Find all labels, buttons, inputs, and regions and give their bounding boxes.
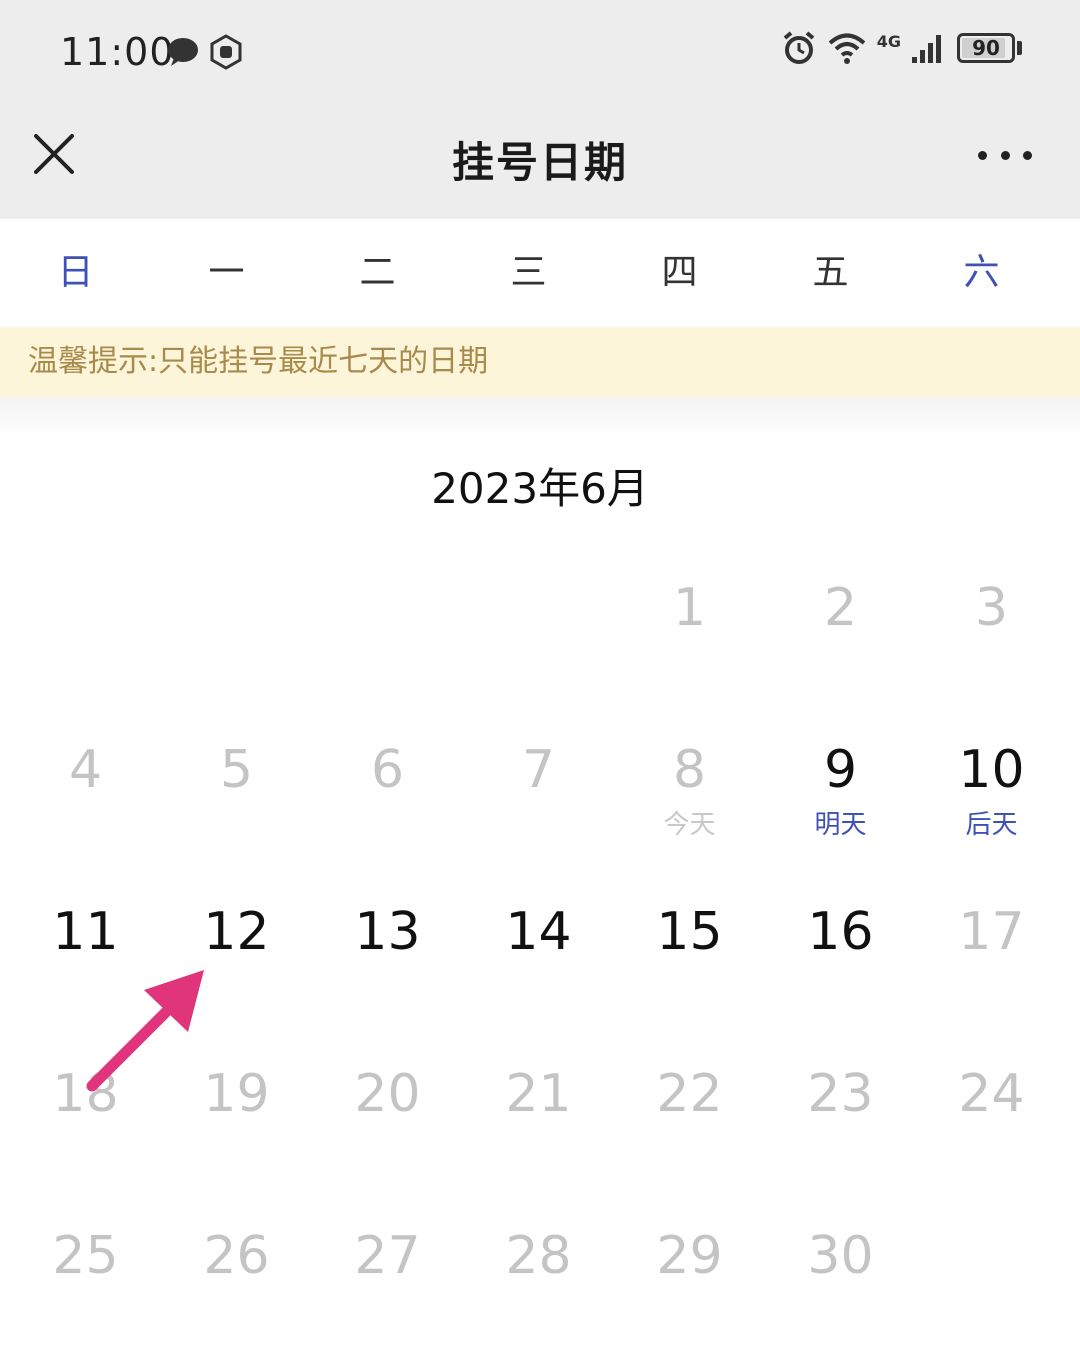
calendar-day-17: 17 [916,850,1067,1012]
day-number: 6 [370,740,405,800]
calendar-day-1: 1 [614,526,765,688]
status-left-icons [166,34,244,70]
calendar-day-16[interactable]: 16 [765,850,916,1012]
day-number: 21 [505,1064,572,1124]
calendar-empty-cell [10,526,161,688]
calendar-day-4: 4 [10,688,161,850]
day-number: 12 [203,902,270,962]
day-number: 28 [505,1226,572,1286]
day-number: 5 [219,740,254,800]
calendar-empty-cell [161,526,312,688]
wifi-icon [828,33,866,64]
calendar-day-29: 29 [614,1174,765,1336]
day-number: 1 [672,578,707,638]
battery-cap [1017,41,1022,55]
weekday-wed: 三 [510,252,547,293]
page-title: 挂号日期 [451,138,628,187]
day-number: 30 [807,1226,874,1286]
calendar-day-2: 2 [765,526,916,688]
day-number: 7 [521,740,556,800]
alarm-icon [783,31,815,64]
day-number: 8 [672,740,707,800]
arrow-annotation-icon [86,970,204,1092]
month-title: 2023年6月 [431,464,649,513]
day-sublabel: 明天 [814,810,867,840]
weekday-sat: 六 [963,252,1000,293]
signal-icon [912,35,941,63]
battery-indicator: 90 [957,33,1022,63]
calendar-day-23: 23 [765,1012,916,1174]
nav-bar: 挂号日期 [0,105,1080,219]
calendar-day-20: 20 [312,1012,463,1174]
status-time: 11:00 [60,30,175,74]
shield-hand-icon [210,34,242,70]
calendar-week-row: 4 5 6 7 8 今天 9 明天 10 后天 [10,688,1070,850]
network-type-label: 4G [876,32,901,51]
calendar-day-21: 21 [463,1012,614,1174]
more-icon-dot [1000,150,1010,160]
day-number: 23 [807,1064,874,1124]
day-number: 10 [958,740,1025,800]
day-number: 17 [958,902,1025,962]
day-number: 16 [807,902,874,962]
status-right-icons: 4G 90 [781,30,1022,66]
more-button[interactable] [978,135,1032,175]
message-icon [168,38,198,66]
day-number: 2 [823,578,858,638]
battery-text: 90 [972,36,1000,60]
calendar-day-13[interactable]: 13 [312,850,463,1012]
day-number: 13 [354,902,421,962]
day-number: 9 [823,740,858,800]
weekday-fri: 五 [812,252,849,293]
day-number: 24 [958,1064,1025,1124]
day-number: 26 [203,1226,270,1286]
day-number: 22 [656,1064,723,1124]
calendar-day-22: 22 [614,1012,765,1174]
calendar-day-28: 28 [463,1174,614,1336]
tip-banner: 温馨提示:只能挂号最近七天的日期 [0,327,1080,397]
weekday-thu: 四 [661,252,698,293]
day-number: 20 [354,1064,421,1124]
calendar-empty-cell [463,526,614,688]
battery-icon: 90 [957,33,1015,63]
day-sublabel: 后天 [965,810,1018,840]
calendar-day-9[interactable]: 9 明天 [765,688,916,850]
status-bar: 11:00 4G 90 [0,0,1080,105]
day-number: 3 [974,578,1009,638]
calendar-day-7: 7 [463,688,614,850]
calendar-day-8: 8 今天 [614,688,765,850]
weekday-sun: 日 [57,252,94,293]
day-number: 15 [656,902,723,962]
calendar-day-6: 6 [312,688,463,850]
calendar-grid: 1 2 3 4 5 6 7 8 今天 9 明天 10 后天 11 12 13 14 15 16 17 18 19 20 21 2… [10,526,1070,1336]
calendar-day-26: 26 [161,1174,312,1336]
calendar-empty-cell [916,1174,1067,1336]
day-number: 11 [52,902,119,962]
calendar-day-27: 27 [312,1174,463,1336]
calendar-day-25: 25 [10,1174,161,1336]
calendar-day-5: 5 [161,688,312,850]
day-sublabel: 今天 [663,810,716,840]
calendar-day-3: 3 [916,526,1067,688]
day-number: 27 [354,1226,421,1286]
calendar-day-14[interactable]: 14 [463,850,614,1012]
calendar-day-10[interactable]: 10 后天 [916,688,1067,850]
day-number: 14 [505,902,572,962]
more-icon-dot [1023,150,1032,160]
calendar-day-24: 24 [916,1012,1067,1174]
calendar-week-row: 1 2 3 [10,526,1070,688]
calendar-week-row: 25 26 27 28 29 30 [10,1174,1070,1336]
weekday-header: 日 一 二 三 四 五 六 [0,219,1080,327]
calendar-day-30: 30 [765,1174,916,1336]
more-icon-dot [978,150,987,160]
calendar-empty-cell [312,526,463,688]
day-number: 25 [52,1226,119,1286]
tip-shadow [0,397,1080,437]
weekday-tue: 二 [359,252,396,293]
day-number: 4 [68,740,103,800]
calendar-day-15[interactable]: 15 [614,850,765,1012]
day-number: 29 [656,1226,723,1286]
weekday-mon: 一 [208,252,245,293]
